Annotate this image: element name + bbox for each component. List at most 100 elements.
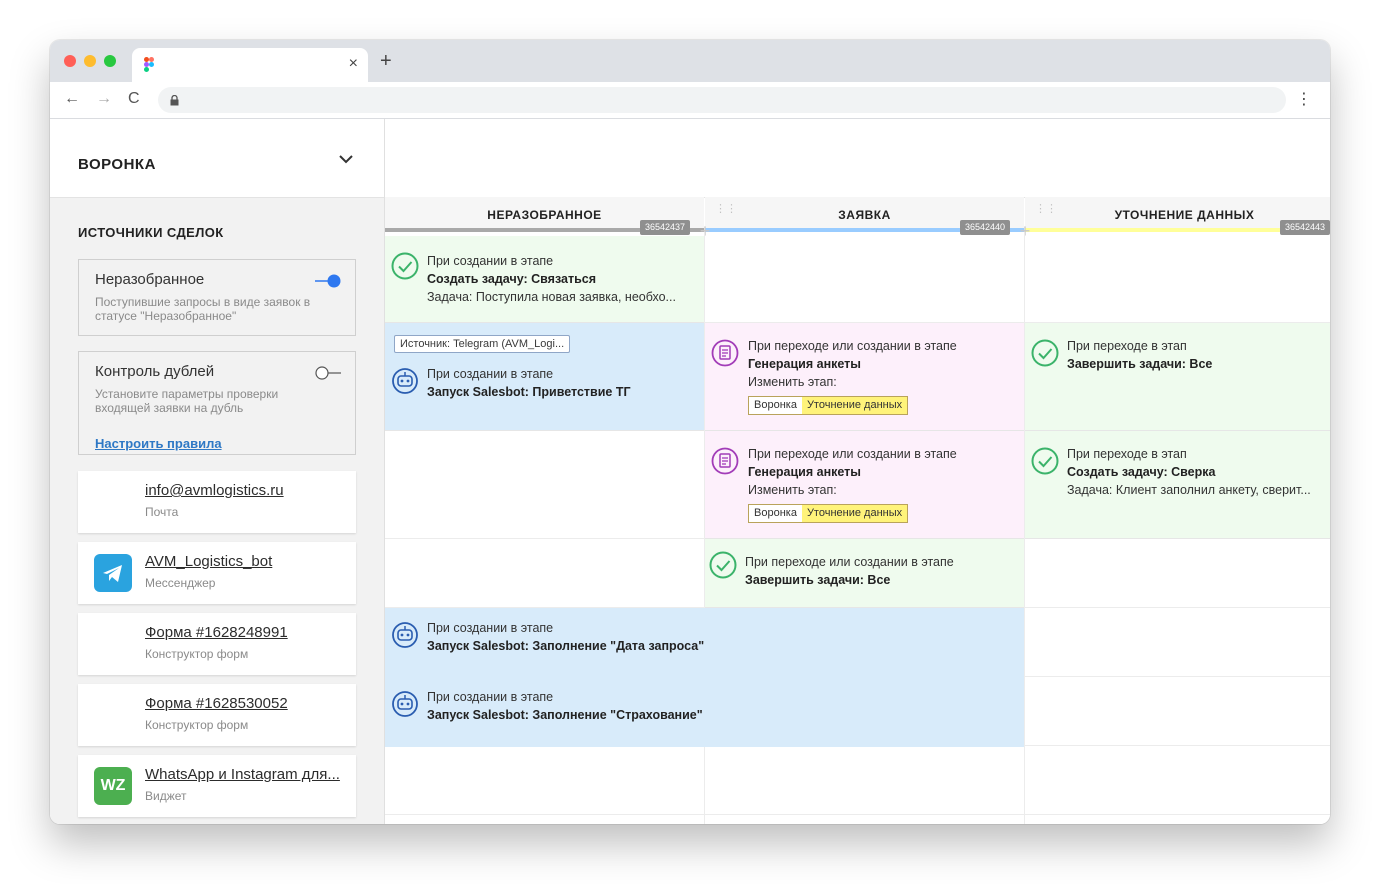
trigger-text: При создании в этапе: [427, 621, 554, 635]
pipeline-board: НЕРАЗОБРАННОЕ 36542437 ⋮⋮ ЗАЯВКА 3654244…: [385, 119, 1330, 824]
source-item[interactable]: info@avmlogistics.ru Почта: [78, 471, 356, 533]
check-circle-icon: [391, 252, 419, 280]
address-bar[interactable]: [158, 87, 1286, 113]
lock-icon: [170, 95, 179, 106]
stage-chip: Воронка Уточнение данных: [748, 396, 909, 415]
trigger-card[interactable]: При переходе или создании в этапе Генера…: [705, 323, 1024, 431]
source-card-unsorted: Неразобранное Поступившие запросы в виде…: [78, 259, 356, 336]
trigger-card[interactable]: Источник: Telegram (AVM_Logi... При созд…: [385, 323, 704, 431]
source-title[interactable]: Форма #1628530052: [145, 695, 288, 712]
tab-bar: × +: [50, 40, 1330, 82]
action-text: Завершить задачи: Все: [1067, 357, 1213, 371]
source-title[interactable]: AVM_Logistics_bot: [145, 553, 272, 570]
source-title[interactable]: info@avmlogistics.ru: [145, 482, 284, 499]
action-text: Запуск Salesbot: Заполнение "Дата запрос…: [427, 639, 705, 653]
action-text: Генерация анкеты: [748, 357, 861, 371]
trigger-text: При переходе в этап: [1067, 339, 1187, 353]
section-title: ИСТОЧНИКИ СДЕЛОК: [78, 225, 224, 240]
add-stage-button[interactable]: +: [1017, 222, 1033, 240]
column-id-badge: 36542437: [639, 220, 690, 235]
column-header-unsorted[interactable]: НЕРАЗОБРАННОЕ 36542437: [385, 197, 704, 235]
browser-toolbar: ← → C ⋮: [50, 82, 1330, 119]
source-item[interactable]: Форма #1628530052 Конструктор форм: [78, 684, 356, 746]
robot-icon: [392, 622, 418, 648]
trigger-text: При переходе в этап: [1067, 447, 1187, 461]
form-icon: [711, 447, 739, 475]
browser-tab[interactable]: ×: [132, 48, 368, 82]
trigger-card[interactable]: При создании в этапе Создать задачу: Свя…: [385, 236, 704, 323]
new-tab-button[interactable]: +: [380, 50, 392, 73]
source-title[interactable]: WhatsApp и Instagram для...: [145, 766, 340, 783]
card-description: Поступившие запросы в виде заявок в стат…: [95, 295, 311, 323]
check-circle-icon: [1031, 339, 1059, 367]
column-header-clarify[interactable]: ⋮⋮ УТОЧНЕНИЕ ДАННЫХ 36542443: [1025, 197, 1330, 235]
back-button[interactable]: ←: [64, 90, 80, 108]
trigger-text: При переходе или создании в этапе: [748, 447, 957, 461]
source-card-duplicates: Контроль дублей Установите параметры про…: [78, 351, 356, 455]
action-text: Запуск Salesbot: Приветствие ТГ: [427, 385, 631, 399]
trigger-card[interactable]: При переходе или создании в этапе Заверш…: [705, 539, 1024, 608]
trigger-card[interactable]: При создании в этапе Запуск Salesbot: За…: [385, 608, 1024, 677]
trigger-text: При переходе или создании в этапе: [748, 339, 957, 353]
action-text: Запуск Salesbot: Заполнение "Страхование…: [427, 708, 703, 722]
stage-pipeline: Воронка: [754, 399, 797, 411]
stage-name: Уточнение данных: [801, 505, 908, 522]
action-text: Создать задачу: Связаться: [427, 272, 597, 286]
detail-text: Изменить этап:: [748, 483, 837, 497]
close-window-button[interactable]: [64, 55, 76, 67]
telegram-icon: [94, 554, 132, 592]
trigger-text: При переходе или создании в этапе: [745, 555, 954, 569]
trigger-card[interactable]: При переходе в этап Создать задачу: Свер…: [1025, 431, 1330, 539]
app-area: ВОРОНКА ИСТОЧНИКИ СДЕЛОК Неразобранное П…: [50, 119, 1330, 824]
sidebar-title: ВОРОНКА: [78, 156, 156, 173]
stage-pipeline: Воронка: [754, 507, 797, 519]
source-tag: Источник: Telegram (AVM_Logi...: [394, 335, 571, 353]
figma-icon: [144, 57, 154, 72]
trigger-card[interactable]: При переходе в этап Завершить задачи: Вс…: [1025, 323, 1330, 431]
action-text: Завершить задачи: Все: [745, 573, 891, 587]
column-id-badge: 36542440: [959, 220, 1010, 235]
stage-name: Уточнение данных: [801, 397, 908, 414]
source-item[interactable]: AVM_Logistics_bot Мессенджер: [78, 542, 356, 604]
source-item[interactable]: WZ WhatsApp и Instagram для... Виджет: [78, 755, 356, 817]
trigger-text: При создании в этапе: [427, 254, 554, 268]
trigger-text: При создании в этапе: [427, 367, 554, 381]
column-id-badge: 36542443: [1279, 220, 1330, 235]
browser-menu-button[interactable]: ⋮: [1296, 89, 1312, 109]
board-top: [385, 119, 1330, 198]
robot-icon: [392, 691, 418, 717]
robot-icon: [392, 368, 418, 394]
toggle-off[interactable]: [315, 366, 341, 380]
source-item[interactable]: Форма #1628248991 Конструктор форм: [78, 613, 356, 675]
column-header-request[interactable]: ⋮⋮ ЗАЯВКА 36542440: [705, 197, 1024, 235]
source-type: Почта: [145, 505, 179, 519]
stage-chip: Воронка Уточнение данных: [748, 504, 909, 523]
trigger-group: При создании в этапе Запуск Salesbot: За…: [385, 608, 1024, 747]
source-type: Конструктор форм: [145, 718, 249, 732]
card-description: Установите параметры проверки входящей з…: [95, 387, 279, 415]
trigger-card[interactable]: При переходе или создании в этапе Генера…: [705, 431, 1024, 539]
minimize-window-button[interactable]: [84, 55, 96, 67]
tab-close-button[interactable]: ×: [349, 55, 358, 73]
sidebar: ВОРОНКА ИСТОЧНИКИ СДЕЛОК Неразобранное П…: [50, 119, 385, 824]
detail-text: Задача: Клиент заполнил анкету, сверит..…: [1067, 483, 1311, 497]
toggle-on[interactable]: [315, 274, 341, 288]
action-text: Генерация анкеты: [748, 465, 861, 479]
configure-rules-link[interactable]: Настроить правила: [95, 436, 222, 451]
trigger-card[interactable]: При создании в этапе Запуск Salesbot: За…: [385, 677, 1024, 746]
card-title: Контроль дублей: [95, 363, 215, 380]
source-type: Виджет: [145, 789, 187, 803]
detail-text: Изменить этап:: [748, 375, 837, 389]
sidebar-header[interactable]: ВОРОНКА: [50, 119, 384, 198]
chevron-down-icon[interactable]: [336, 149, 356, 169]
maximize-window-button[interactable]: [104, 55, 116, 67]
forward-button[interactable]: →: [96, 90, 112, 108]
source-title[interactable]: Форма #1628248991: [145, 624, 288, 641]
reload-button[interactable]: C: [128, 90, 140, 108]
trigger-text: При создании в этапе: [427, 690, 554, 704]
row-divider: [385, 814, 1330, 815]
source-type: Мессенджер: [145, 576, 216, 590]
wz-icon: WZ: [94, 767, 132, 805]
check-circle-icon: [1031, 447, 1059, 475]
browser-window: × + ← → C ⋮ ВОРОНКА ИСТОЧНИКИ СДЕЛОК Нер…: [50, 40, 1330, 824]
